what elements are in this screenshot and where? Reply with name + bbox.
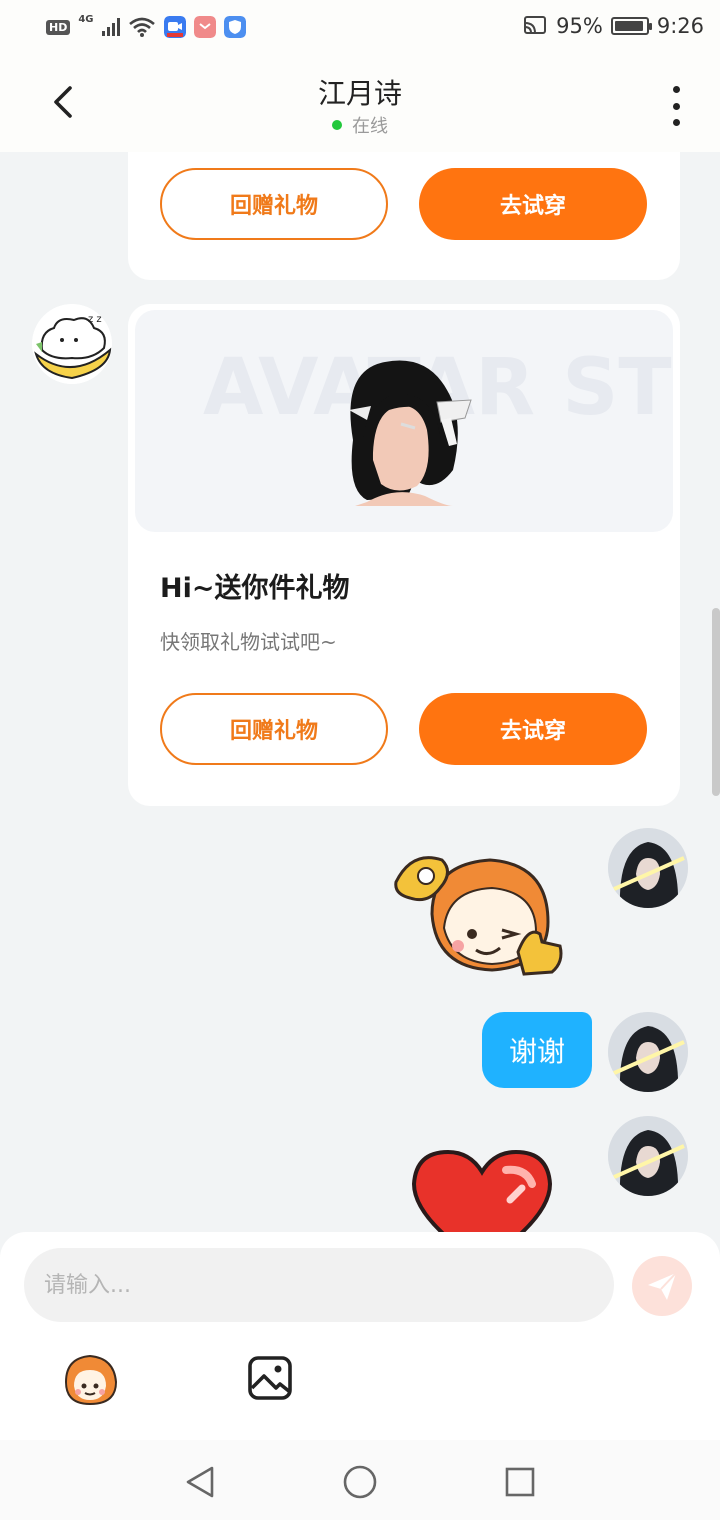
shield-app-icon (223, 16, 246, 38)
nav-back-icon[interactable] (180, 1462, 220, 1502)
user-avatar-image (608, 828, 688, 908)
status-icons-right: 95% 9:26 (522, 14, 704, 38)
status-icons-left: HD 4G (46, 13, 246, 38)
thumbs-up-sticker[interactable] (392, 842, 568, 982)
my-avatar[interactable] (608, 1116, 688, 1196)
image-button[interactable] (246, 1354, 294, 1402)
user-avatar-image (608, 1116, 688, 1196)
avatar-store-preview-image: AVATAR STORE (203, 343, 673, 506)
contact-name: 江月诗 (317, 77, 402, 110)
gift-preview[interactable]: AVATAR STORE (135, 310, 673, 532)
sticker-button[interactable] (60, 1352, 120, 1408)
more-dot (672, 102, 680, 110)
chat-header: 江月诗 在线 (0, 56, 720, 152)
my-avatar[interactable] (608, 828, 688, 908)
contact-avatar[interactable]: z z (32, 304, 112, 384)
shop-app-icon (193, 16, 216, 38)
my-avatar[interactable] (608, 1012, 688, 1092)
image-icon (248, 1356, 292, 1400)
presence-label: 在线 (352, 116, 388, 137)
svg-text:z z: z z (88, 314, 102, 325)
try-on-button[interactable]: 去试穿 (419, 693, 647, 765)
cast-icon (524, 16, 547, 34)
wink-monkey-sticker-icon (394, 856, 563, 976)
sticker-icon (64, 1354, 118, 1406)
more-options-button[interactable] (666, 86, 686, 126)
more-dot (672, 119, 680, 126)
clock: 9:26 (656, 14, 704, 38)
presence-status: 在线 (0, 112, 720, 138)
send-icon (648, 1272, 677, 1300)
status-bar: HD 4G 95% 9:26 (0, 0, 720, 56)
wifi-icon (128, 17, 155, 37)
online-dot (332, 120, 342, 130)
sleeping-dog-avatar-icon: z z (32, 304, 112, 384)
heart-sticker[interactable] (410, 1148, 554, 1232)
try-on-button[interactable]: 去试穿 (419, 168, 647, 240)
battery-icon (610, 17, 652, 35)
my-text-bubble[interactable]: 谢谢 (482, 1012, 592, 1088)
network-type: 4G (78, 13, 94, 25)
gift-title: Hi~送你件礼物 (160, 573, 350, 604)
chat-scrollbar[interactable] (712, 608, 720, 796)
system-navigation-bar (0, 1440, 720, 1520)
more-dot (672, 86, 680, 93)
heart-icon (411, 1149, 553, 1232)
gift-card: AVATAR STORE Hi~送你件礼物 快领取礼物试试吧~ 回赠礼物 去试穿 (128, 304, 680, 806)
composer-panel (0, 1232, 720, 1440)
chat-message-list[interactable]: 回赠礼物 去试穿 z z AVATAR STORE (0, 152, 720, 1232)
signal-icon (101, 18, 120, 36)
nav-recents-icon[interactable] (500, 1462, 540, 1502)
battery-percent: 95% (556, 14, 603, 38)
return-gift-button[interactable]: 回赠礼物 (160, 168, 388, 240)
nav-home-icon[interactable] (340, 1462, 380, 1502)
hd-badge: HD (46, 19, 71, 35)
gift-card: 回赠礼物 去试穿 (128, 152, 680, 280)
message-input[interactable] (24, 1248, 614, 1322)
send-button[interactable] (632, 1256, 692, 1316)
gift-subtitle: 快领取礼物试试吧~ (160, 630, 337, 654)
return-gift-button[interactable]: 回赠礼物 (160, 693, 388, 765)
video-app-icon (163, 16, 186, 38)
user-avatar-image (608, 1012, 688, 1092)
